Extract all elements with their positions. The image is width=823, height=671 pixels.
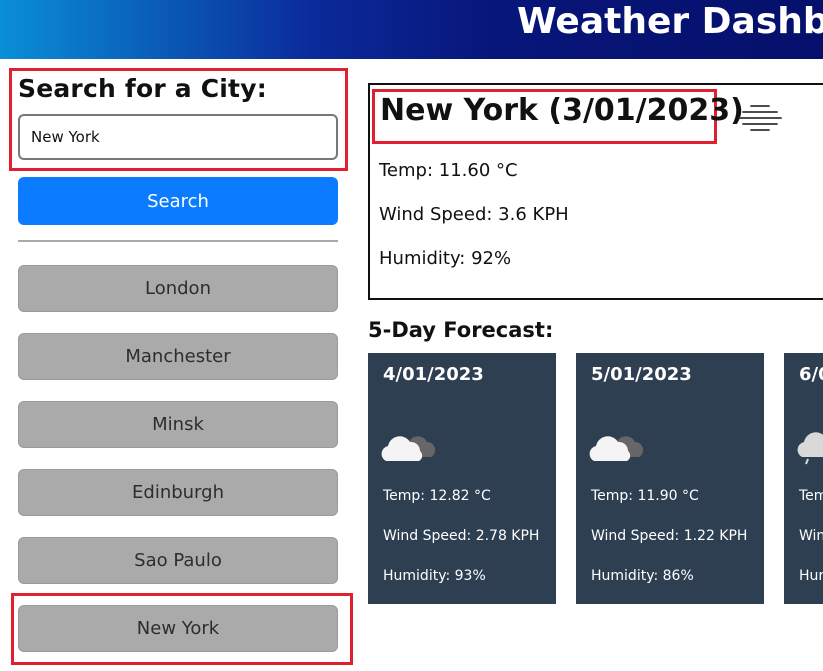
current-humidity: Humidity: 92% — [379, 248, 512, 269]
forecast-date: 6/0 — [799, 364, 823, 385]
history-button-sao-paulo[interactable]: Sao Paulo — [18, 537, 338, 584]
search-label: Search for a City: — [18, 74, 267, 103]
forecast-humidity: Hur — [799, 568, 823, 584]
current-weather-title: New York (3/01/2023) — [380, 93, 744, 128]
forecast-date: 4/01/2023 — [383, 364, 484, 385]
cloud-icon — [589, 436, 644, 461]
history-button-manchester[interactable]: Manchester — [18, 333, 338, 380]
forecast-date: 5/01/2023 — [591, 364, 692, 385]
forecast-wind: Wind Speed: 2.78 KPH — [383, 528, 540, 544]
forecast-humidity: Humidity: 86% — [591, 568, 694, 584]
search-button[interactable]: Search — [18, 177, 338, 225]
city-search-input[interactable] — [18, 114, 338, 160]
history-button-london[interactable]: London — [18, 265, 338, 312]
history-button-minsk[interactable]: Minsk — [18, 401, 338, 448]
current-wind: Wind Speed: 3.6 KPH — [379, 204, 569, 225]
forecast-card: 4/01/2023 Temp: 12.82 °C Wind Speed: 2.7… — [368, 353, 556, 604]
forecast-temp: Temp: 12.82 °C — [383, 488, 491, 504]
forecast-humidity: Humidity: 93% — [383, 568, 486, 584]
rain-cloud-icon — [797, 432, 823, 465]
history-highlight-box — [11, 593, 353, 665]
forecast-temp: Tem — [799, 488, 823, 504]
cloud-icon — [381, 436, 436, 461]
forecast-heading: 5-Day Forecast: — [368, 318, 554, 342]
forecast-card: 6/0 Tem Win Hur — [784, 353, 823, 604]
page-title: Weather Dashboard — [517, 1, 823, 42]
current-temp: Temp: 11.60 °C — [379, 160, 518, 181]
page-header: Weather Dashboard — [0, 0, 823, 59]
forecast-temp: Temp: 11.90 °C — [591, 488, 699, 504]
history-button-edinburgh[interactable]: Edinburgh — [18, 469, 338, 516]
forecast-wind: Win — [799, 528, 823, 544]
fog-icon — [738, 105, 782, 131]
forecast-card: 5/01/2023 Temp: 11.90 °C Wind Speed: 1.2… — [576, 353, 764, 604]
sidebar-divider — [18, 240, 338, 242]
forecast-wind: Wind Speed: 1.22 KPH — [591, 528, 748, 544]
